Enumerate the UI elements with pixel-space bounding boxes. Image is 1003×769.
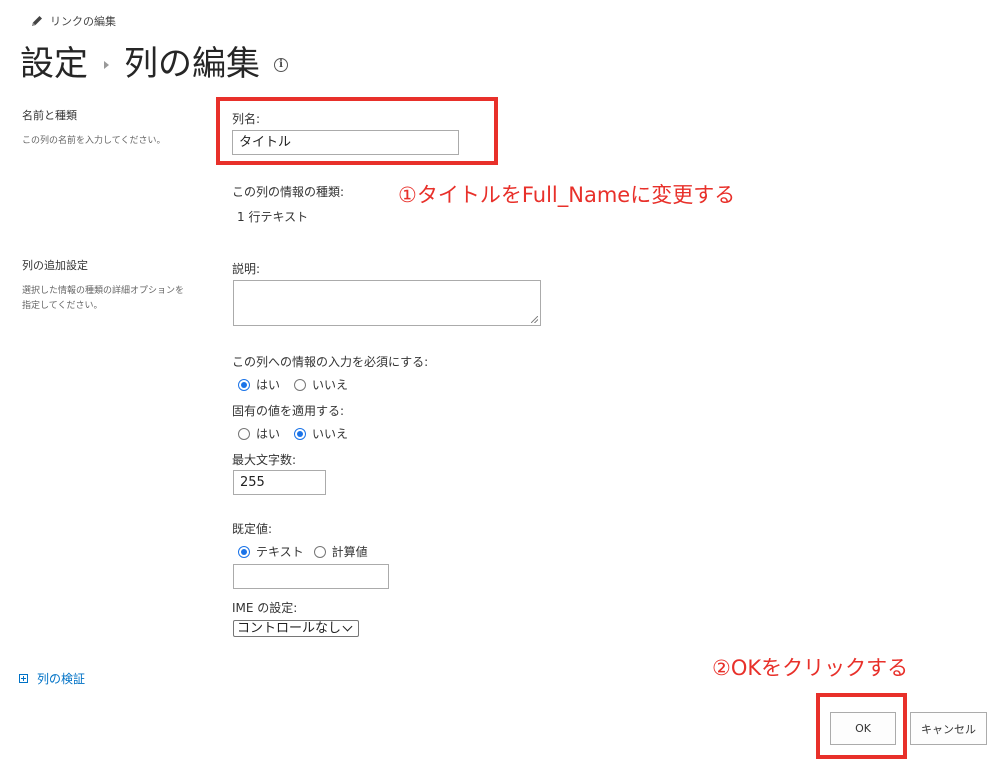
unique-yes-radio[interactable] bbox=[238, 427, 250, 440]
default-text-radio[interactable] bbox=[238, 545, 250, 558]
page-title: 列の編集 bbox=[124, 44, 260, 84]
pencil-icon bbox=[30, 14, 44, 28]
section-additional-title: 列の追加設定 bbox=[22, 259, 88, 272]
required-yes-radio[interactable] bbox=[238, 378, 250, 391]
required-no-radio[interactable] bbox=[294, 378, 307, 391]
unique-radio-group: はい いいえ bbox=[238, 425, 348, 442]
description-textarea[interactable] bbox=[233, 280, 541, 326]
required-no-label[interactable]: いいえ bbox=[312, 376, 348, 393]
chevron-down-icon bbox=[342, 621, 353, 632]
section-additional-description-line1: 選択した情報の種類の詳細オプションを bbox=[22, 286, 185, 296]
annotation-step2: ②OKをクリックする bbox=[712, 656, 909, 680]
required-label: この列への情報の入力を必須にする: bbox=[232, 355, 429, 369]
section-additional-description: 選択した情報の種類の詳細オプションを 指定してください。 bbox=[22, 284, 184, 314]
section-name-type-description: この列の名前を入力してください。 bbox=[22, 136, 166, 146]
annotation-step1: ①タイトルをFull_Nameに変更する bbox=[398, 183, 736, 207]
required-yes-label[interactable]: はい bbox=[256, 376, 280, 393]
annotation-box-ok bbox=[816, 693, 907, 759]
section-additional-description-line2: 指定してください。 bbox=[22, 301, 103, 311]
unique-no-radio[interactable] bbox=[294, 427, 307, 440]
unique-yes-label[interactable]: はい bbox=[256, 425, 280, 442]
default-calculated-radio[interactable] bbox=[313, 545, 326, 558]
section-name-type-title: 名前と種類 bbox=[22, 109, 77, 122]
required-radio-group: はい いいえ bbox=[238, 376, 348, 393]
cancel-button[interactable]: キャンセル bbox=[910, 712, 987, 745]
default-calculated-label[interactable]: 計算値 bbox=[332, 543, 368, 560]
annotation-box-column-name bbox=[216, 97, 498, 165]
info-type-value: 1 行テキスト bbox=[237, 210, 309, 224]
info-icon[interactable]: i bbox=[274, 57, 288, 72]
ime-select-value: コントロールなし bbox=[237, 621, 342, 636]
edit-links-label[interactable]: リンクの編集 bbox=[50, 13, 116, 29]
ime-label: IME の設定: bbox=[232, 601, 298, 615]
default-text-label[interactable]: テキスト bbox=[256, 543, 304, 560]
ime-select[interactable]: コントロールなし bbox=[233, 620, 359, 637]
default-value-label: 既定値: bbox=[232, 522, 273, 536]
max-chars-input[interactable]: 255 bbox=[233, 470, 326, 495]
max-chars-label: 最大文字数: bbox=[232, 453, 297, 467]
expand-plus-icon[interactable] bbox=[19, 674, 28, 683]
unique-no-label[interactable]: いいえ bbox=[312, 425, 348, 442]
column-validation-expander[interactable]: 列の検証 bbox=[19, 670, 85, 687]
page-title-row: 設定 列の編集 i bbox=[20, 36, 288, 85]
breadcrumb-separator-icon bbox=[104, 60, 109, 69]
edit-links[interactable]: リンクの編集 bbox=[30, 13, 116, 29]
info-type-label: この列の情報の種類: bbox=[232, 185, 345, 199]
default-value-input[interactable] bbox=[233, 564, 389, 589]
default-value-radio-group: テキスト 計算値 bbox=[238, 543, 368, 560]
unique-label: 固有の値を適用する: bbox=[232, 404, 345, 418]
column-validation-label[interactable]: 列の検証 bbox=[37, 670, 85, 687]
breadcrumb-settings[interactable]: 設定 bbox=[20, 36, 88, 85]
description-label: 説明: bbox=[232, 262, 261, 276]
resize-grip-icon[interactable] bbox=[531, 316, 538, 323]
